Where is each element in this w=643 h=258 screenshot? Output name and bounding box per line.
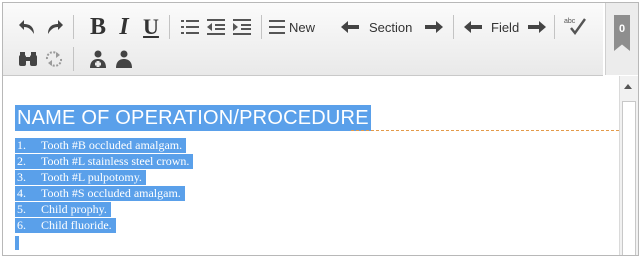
replace-icon — [45, 51, 63, 67]
toolbar-separator — [453, 15, 454, 39]
binoculars-icon — [19, 52, 37, 66]
scrollbar-thumb[interactable] — [622, 101, 636, 255]
arrow-left-icon — [464, 21, 482, 33]
find-button[interactable] — [17, 47, 39, 71]
user-icon — [116, 50, 132, 68]
person-plus-button[interactable] — [87, 47, 109, 71]
item-text: Tooth #L pulpotomy. — [41, 170, 144, 185]
paragraph-icon — [269, 20, 285, 34]
count-badge[interactable]: 0 — [614, 15, 630, 51]
item-number: 3. — [15, 170, 41, 185]
item-number: 4. — [15, 186, 41, 201]
toolbar-separator — [169, 15, 170, 39]
toolbar-separator — [73, 47, 74, 71]
next-field-button[interactable] — [526, 15, 548, 39]
section-label: Section — [369, 20, 413, 35]
item-text: Child prophy. — [41, 202, 109, 217]
arrow-left-icon — [341, 21, 359, 33]
spellcheck-text: abc — [564, 18, 576, 25]
list-item[interactable]: 6. Child fluoride. — [15, 218, 193, 234]
spellcheck-button[interactable]: abc — [562, 13, 588, 37]
redo-icon — [48, 20, 63, 34]
item-text: Tooth #S occluded amalgam. — [41, 186, 183, 201]
bulleted-list-button[interactable] — [179, 15, 201, 39]
next-section-button[interactable] — [423, 15, 445, 39]
outdent-icon — [207, 19, 225, 35]
list-item[interactable]: 3. Tooth #L pulpotomy. — [15, 170, 193, 186]
list-icon — [181, 20, 199, 34]
count-panel: 0 — [605, 3, 638, 75]
increase-indent-button[interactable] — [231, 15, 253, 39]
arrow-right-icon — [425, 21, 443, 33]
editor-toolbar: B I U New Section Field abc — [3, 3, 603, 76]
vertical-scrollbar[interactable] — [619, 76, 638, 255]
list-item[interactable]: 1. Tooth #B occluded amalgam. — [15, 138, 193, 154]
undo-button[interactable] — [17, 15, 39, 39]
person-button[interactable] — [113, 47, 135, 71]
item-number: 5. — [15, 202, 41, 217]
spellcheck-icon: abc — [564, 18, 586, 35]
toolbar-separator — [73, 15, 74, 39]
item-number: 6. — [15, 218, 41, 233]
selection-caret — [15, 236, 19, 250]
previous-field-button[interactable] — [462, 15, 484, 39]
bold-button[interactable]: B — [87, 14, 109, 40]
document-body[interactable]: NAME OF OPERATION/PROCEDURE 1. Tooth #B o… — [3, 76, 619, 255]
user-add-icon — [90, 50, 106, 68]
toolbar-separator — [554, 15, 555, 39]
item-number: 1. — [15, 138, 41, 153]
item-number: 2. — [15, 154, 41, 169]
procedure-list: 1. Tooth #B occluded amalgam. 2. Tooth #L … — [15, 138, 194, 234]
arrow-right-icon — [528, 21, 546, 33]
list-item[interactable]: 2. Tooth #L stainless steel crown. — [15, 154, 194, 170]
toolbar-separator — [261, 15, 262, 39]
undo-icon — [19, 20, 34, 34]
section-heading[interactable]: NAME OF OPERATION/PROCEDURE — [15, 105, 371, 131]
field-label: Field — [491, 20, 520, 35]
heading-divider — [351, 130, 619, 131]
list-item[interactable]: 5. Child prophy. — [15, 202, 193, 218]
italic-button[interactable]: I — [113, 14, 135, 40]
item-text: Tooth #B occluded amalgam. — [41, 138, 185, 153]
indent-icon — [233, 19, 251, 35]
decrease-indent-button[interactable] — [205, 15, 227, 39]
new-label: New — [289, 19, 316, 35]
new-section-button[interactable]: New — [269, 15, 339, 39]
scroll-up-arrow-icon[interactable] — [624, 84, 632, 89]
underline-button[interactable]: U — [140, 14, 162, 39]
item-text: Tooth #L stainless steel crown. — [41, 154, 192, 169]
list-item[interactable]: 4. Tooth #S occluded amalgam. — [15, 186, 193, 202]
replace-button[interactable] — [43, 47, 65, 71]
rich-text-editor: B I U New Section Field abc 0 NAME OF OP… — [2, 2, 639, 256]
previous-section-button[interactable] — [339, 15, 361, 39]
item-text: Child fluoride. — [41, 218, 114, 233]
redo-button[interactable] — [43, 15, 65, 39]
